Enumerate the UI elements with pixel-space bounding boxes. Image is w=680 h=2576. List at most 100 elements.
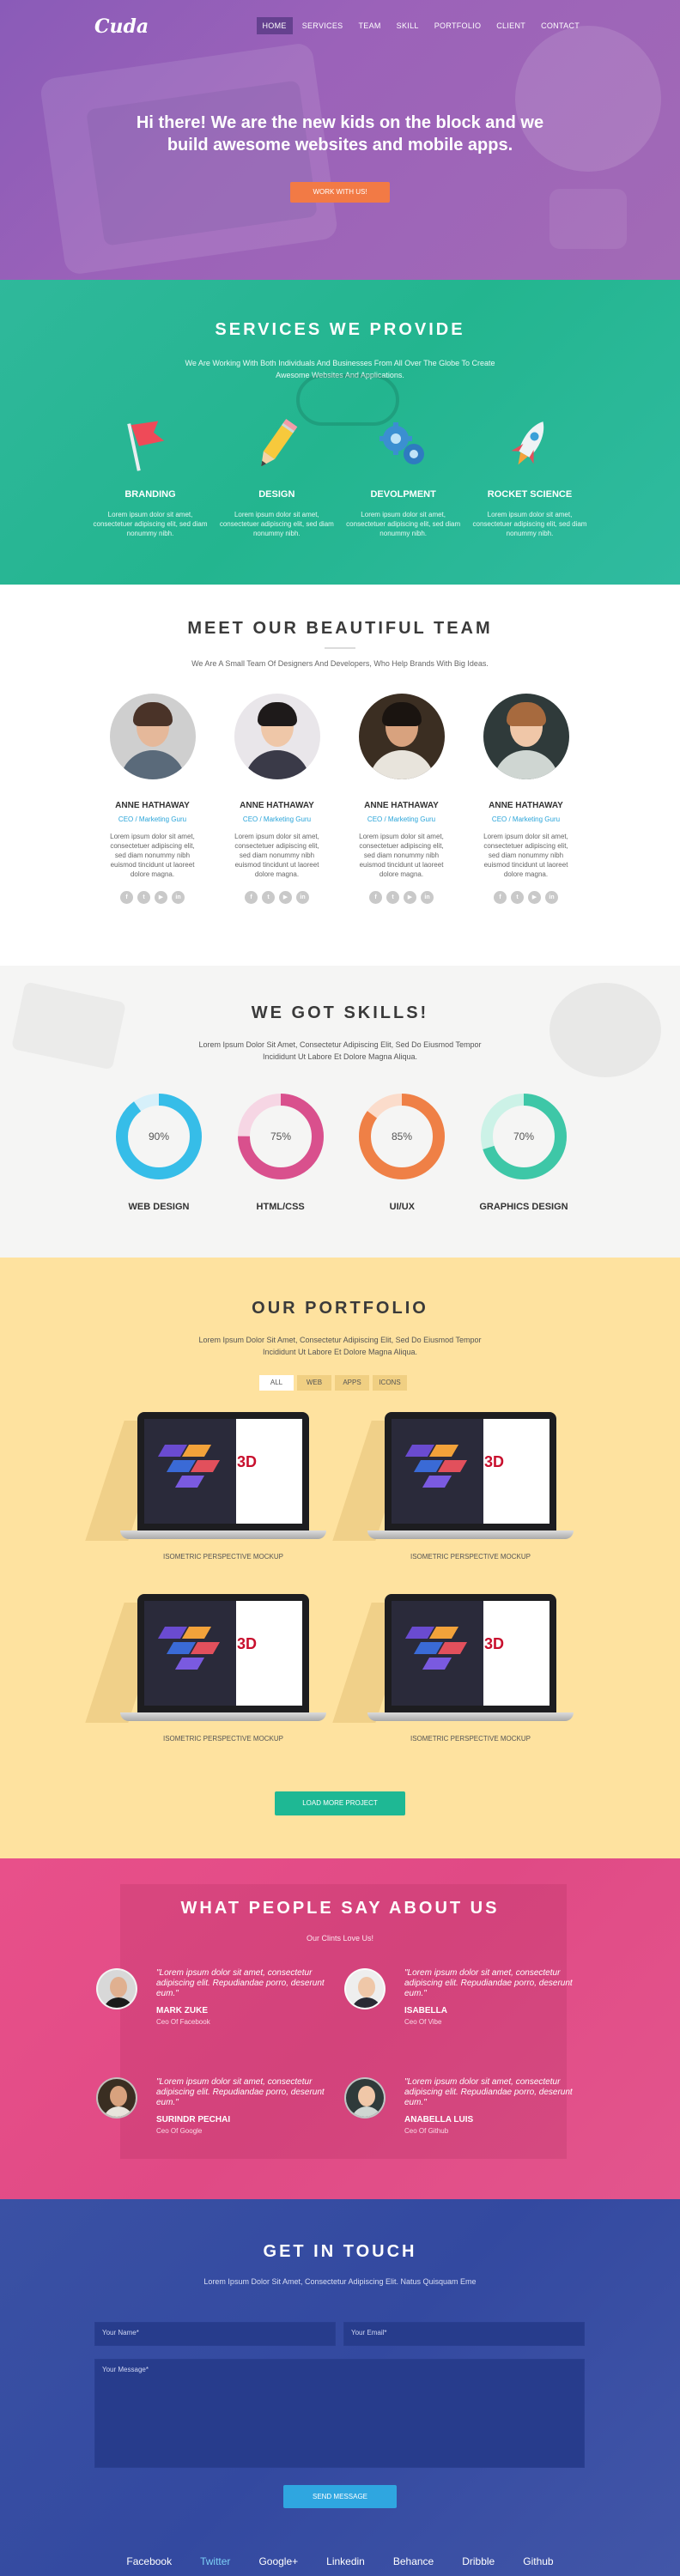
avatar bbox=[344, 1968, 386, 2009]
portfolio-item[interactable]: 3D ISOMETRIC PERSPECTIVE MOCKUP bbox=[85, 1412, 335, 1561]
team-member: ANNE HATHAWAY CEO / Marketing Guru Lorem… bbox=[481, 694, 571, 904]
avatar bbox=[96, 1968, 137, 2009]
skill-donut: 75% bbox=[237, 1094, 324, 1179]
skills-section: WE GOT SKILLS! Lorem Ipsum Dolor Sit Ame… bbox=[0, 966, 680, 1258]
portfolio-item[interactable]: 3D ISOMETRIC PERSPECTIVE MOCKUP bbox=[332, 1594, 582, 1743]
laptop-mockup: 3D bbox=[332, 1412, 574, 1541]
filter-apps[interactable]: APPS bbox=[335, 1375, 369, 1391]
contact-title: GET IN TOUCH bbox=[263, 2242, 417, 2261]
load-more-button[interactable]: LOAD MORE PROJECT bbox=[275, 1791, 405, 1815]
team-subtitle: We Are A Small Team Of Designers And Dev… bbox=[191, 659, 489, 668]
footer-link-googleplus[interactable]: Google+ bbox=[258, 2555, 298, 2567]
skill-percent: 75% bbox=[270, 1130, 291, 1143]
youtube-icon[interactable]: ▶ bbox=[279, 891, 292, 904]
work-with-us-button[interactable]: WORK WITH US! bbox=[290, 182, 390, 203]
nav-client[interactable]: CLIENT bbox=[490, 17, 531, 34]
skill-percent: 85% bbox=[392, 1130, 412, 1143]
linkedin-icon[interactable]: in bbox=[296, 891, 309, 904]
services-section: SERVICES WE PROVIDE We Are Working With … bbox=[0, 280, 680, 585]
facebook-icon[interactable]: f bbox=[120, 891, 133, 904]
twitter-icon[interactable]: t bbox=[511, 891, 524, 904]
portfolio-title: OUR PORTFOLIO bbox=[252, 1299, 428, 1318]
nav-skill[interactable]: SKILL bbox=[391, 17, 425, 34]
laptop-mockup: 3D bbox=[85, 1412, 326, 1541]
team-member: ANNE HATHAWAY CEO / Marketing Guru Lorem… bbox=[356, 694, 446, 904]
service-development: DEVOLPMENT Lorem ipsum dolor sit amet, c… bbox=[343, 410, 464, 538]
social-links: f t ▶ in bbox=[356, 891, 446, 904]
social-links: f t ▶ in bbox=[107, 891, 197, 904]
send-message-button[interactable]: SEND MESSAGE bbox=[283, 2485, 397, 2508]
portfolio-item[interactable]: 3D ISOMETRIC PERSPECTIVE MOCKUP bbox=[332, 1412, 582, 1561]
linkedin-icon[interactable]: in bbox=[421, 891, 434, 904]
gears-icon bbox=[343, 410, 464, 479]
portfolio-subtitle: Lorem Ipsum Dolor Sit Amet, Consectetur … bbox=[198, 1336, 482, 1356]
testimonials-section: WHAT PEOPLE SAY ABOUT US Our Clints Love… bbox=[0, 1858, 680, 2199]
youtube-icon[interactable]: ▶ bbox=[528, 891, 541, 904]
twitter-icon[interactable]: t bbox=[137, 891, 150, 904]
service-design: DESIGN Lorem ipsum dolor sit amet, conse… bbox=[216, 410, 337, 538]
filter-all[interactable]: ALL bbox=[259, 1375, 294, 1391]
nav-services[interactable]: SERVICES bbox=[296, 17, 349, 34]
skills-subtitle: Lorem Ipsum Dolor Sit Amet, Consectetur … bbox=[198, 1040, 482, 1061]
skill-html-css: 75% HTML/CSS bbox=[229, 1092, 332, 1212]
service-branding: BRANDING Lorem ipsum dolor sit amet, con… bbox=[90, 410, 210, 538]
testimonials-title: WHAT PEOPLE SAY ABOUT US bbox=[180, 1899, 500, 1918]
avatar bbox=[96, 2077, 137, 2118]
portfolio-item[interactable]: 3D ISOMETRIC PERSPECTIVE MOCKUP bbox=[85, 1594, 335, 1743]
team-member: ANNE HATHAWAY CEO / Marketing Guru Lorem… bbox=[107, 694, 197, 904]
footer-link-dribble[interactable]: Dribble bbox=[462, 2555, 495, 2567]
twitter-icon[interactable]: t bbox=[386, 891, 399, 904]
twitter-icon[interactable]: t bbox=[262, 891, 275, 904]
skill-ui-ux: 85% UI/UX bbox=[350, 1092, 453, 1212]
linkedin-icon[interactable]: in bbox=[545, 891, 558, 904]
skill-donut: 85% bbox=[359, 1094, 446, 1179]
skill-donut: 70% bbox=[480, 1094, 567, 1179]
footer-link-twitter[interactable]: Twitter bbox=[200, 2555, 230, 2567]
team-title: MEET OUR BEAUTIFUL TEAM bbox=[187, 619, 493, 638]
avatar bbox=[358, 694, 445, 779]
nav-team[interactable]: TEAM bbox=[352, 17, 386, 34]
hero-headline: Hi there! We are the new kids on the blo… bbox=[136, 113, 544, 155]
footer-link-github[interactable]: Github bbox=[523, 2555, 553, 2567]
footer-link-facebook[interactable]: Facebook bbox=[126, 2555, 172, 2567]
linkedin-icon[interactable]: in bbox=[172, 891, 185, 904]
hero-section: Cuda HOME SERVICES TEAM SKILL PORTFOLIO … bbox=[0, 0, 680, 280]
logo[interactable]: Cuda bbox=[94, 15, 149, 38]
footer-link-linkedin[interactable]: Linkedin bbox=[326, 2555, 365, 2567]
filter-web[interactable]: WEB bbox=[297, 1375, 331, 1391]
team-member: ANNE HATHAWAY CEO / Marketing Guru Lorem… bbox=[232, 694, 322, 904]
message-field[interactable]: Your Message* bbox=[94, 2359, 585, 2468]
email-field[interactable]: Your Email* bbox=[343, 2322, 585, 2346]
flag-icon bbox=[90, 410, 210, 479]
facebook-icon[interactable]: f bbox=[245, 891, 258, 904]
laptop-mockup: 3D bbox=[332, 1594, 574, 1723]
portfolio-section: OUR PORTFOLIO Lorem Ipsum Dolor Sit Amet… bbox=[0, 1258, 680, 1858]
pencil-icon bbox=[216, 410, 337, 479]
avatar bbox=[109, 694, 196, 779]
name-field[interactable]: Your Name* bbox=[94, 2322, 336, 2346]
youtube-icon[interactable]: ▶ bbox=[155, 891, 167, 904]
skill-percent: 70% bbox=[513, 1130, 534, 1143]
skill-donut: 90% bbox=[116, 1094, 202, 1179]
filter-icons[interactable]: ICONS bbox=[373, 1375, 407, 1391]
team-section: MEET OUR BEAUTIFUL TEAM We Are A Small T… bbox=[0, 585, 680, 966]
footer-link-behance[interactable]: Behance bbox=[393, 2555, 434, 2567]
social-links: f t ▶ in bbox=[232, 891, 322, 904]
footer-links: Facebook Twitter Google+ Linkedin Behanc… bbox=[0, 2555, 680, 2567]
social-links: f t ▶ in bbox=[481, 891, 571, 904]
avatar bbox=[344, 2077, 386, 2118]
contact-subtitle: Lorem Ipsum Dolor Sit Amet, Consectetur … bbox=[203, 2277, 477, 2286]
youtube-icon[interactable]: ▶ bbox=[404, 891, 416, 904]
nav-home[interactable]: HOME bbox=[256, 17, 293, 34]
portfolio-filters: ALL WEB APPS ICONS bbox=[259, 1375, 407, 1391]
avatar bbox=[483, 694, 569, 779]
facebook-icon[interactable]: f bbox=[494, 891, 507, 904]
testimonials-subtitle: Our Clints Love Us! bbox=[306, 1934, 374, 1943]
facebook-icon[interactable]: f bbox=[369, 891, 382, 904]
skill-web-design: 90% WEB DESIGN bbox=[107, 1092, 210, 1212]
services-title: SERVICES WE PROVIDE bbox=[215, 320, 465, 339]
nav-portfolio[interactable]: PORTFOLIO bbox=[428, 17, 488, 34]
service-rocket-science: ROCKET SCIENCE Lorem ipsum dolor sit ame… bbox=[470, 410, 590, 538]
nav-contact[interactable]: CONTACT bbox=[535, 17, 586, 34]
rocket-icon bbox=[470, 410, 590, 479]
